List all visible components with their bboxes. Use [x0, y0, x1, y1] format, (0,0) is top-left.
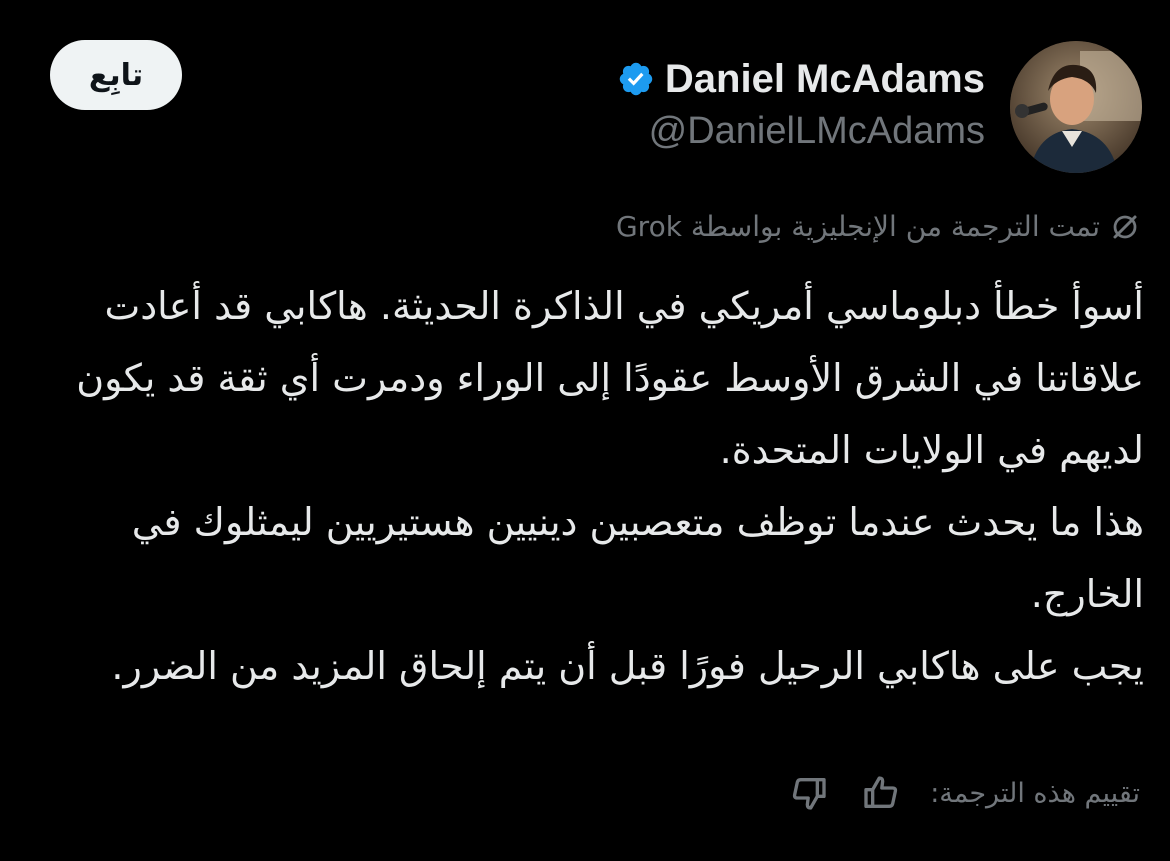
- translation-note: تمت الترجمة من الإنجليزية بواسطة Grok: [616, 210, 1140, 243]
- rate-translation-row: تقييم هذه الترجمة:: [786, 770, 1140, 816]
- tweet-text: أسوأ خطأ دبلوماسي أمريكي في الذاكرة الحد…: [36, 270, 1144, 702]
- user-handle[interactable]: @DanielLMcAdams: [617, 106, 985, 156]
- tweet-paragraph: هذا ما يحدث عندما توظف متعصبين دينيين هس…: [131, 500, 1144, 616]
- verified-badge-icon: [619, 62, 653, 96]
- name-row: Daniel McAdams: [617, 52, 985, 106]
- thumbs-down-icon: [793, 778, 826, 810]
- thumbs-down-button[interactable]: [786, 770, 832, 816]
- author-block: Daniel McAdams @DanielLMcAdams: [617, 52, 985, 156]
- tweet-paragraph: أسوأ خطأ دبلوماسي أمريكي في الذاكرة الحد…: [76, 284, 1144, 472]
- translation-note-text: تمت الترجمة من الإنجليزية بواسطة Grok: [615, 210, 1100, 243]
- follow-button[interactable]: تابِع: [50, 40, 182, 110]
- rate-translation-label: تقييم هذه الترجمة:: [930, 777, 1140, 809]
- grok-icon: [1113, 215, 1137, 238]
- display-name[interactable]: Daniel McAdams: [665, 57, 985, 102]
- avatar[interactable]: [1010, 41, 1142, 173]
- thumbs-up-button[interactable]: [858, 770, 904, 816]
- tweet-paragraph: يجب على هاكابي الرحيل فورًا قبل أن يتم إ…: [111, 644, 1144, 688]
- thumbs-up-icon: [864, 776, 898, 808]
- avatar-photo: [1010, 41, 1142, 173]
